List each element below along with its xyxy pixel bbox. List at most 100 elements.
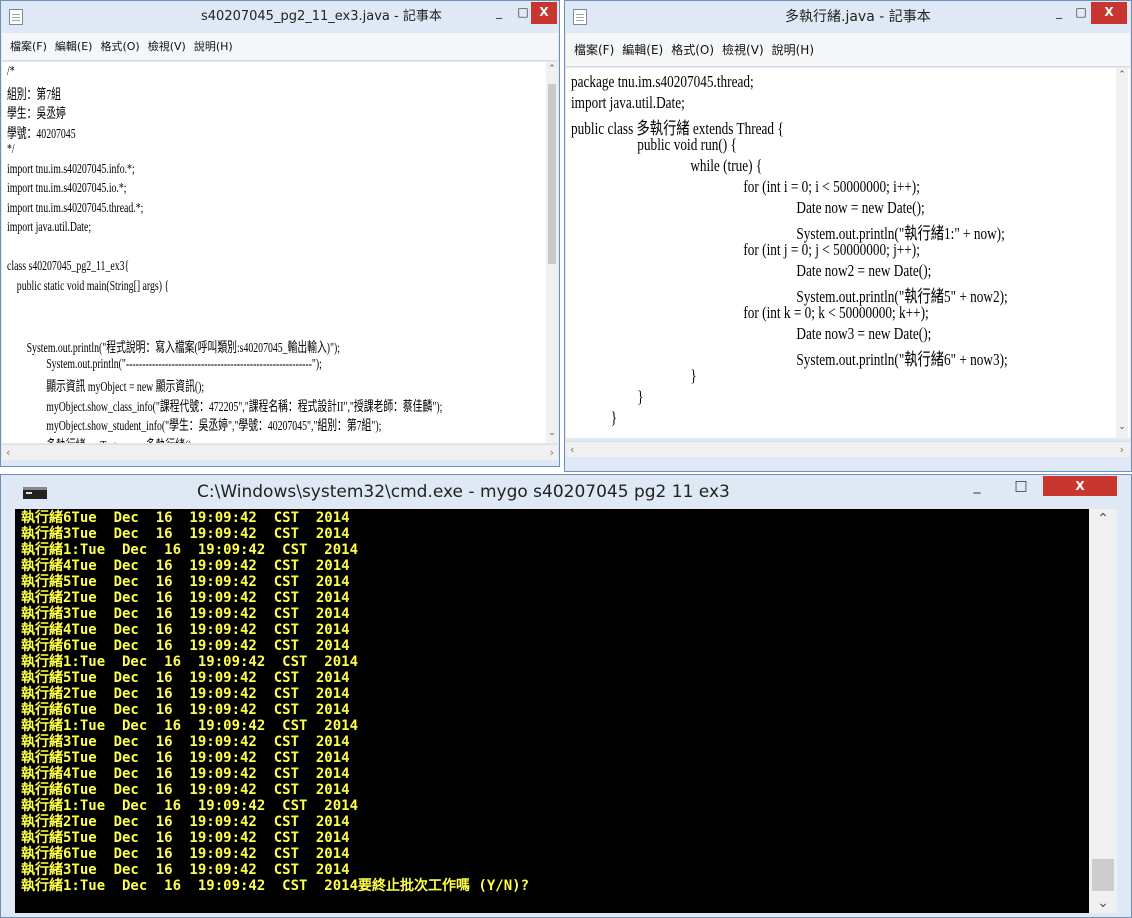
scroll-right-icon[interactable]: ›	[1120, 443, 1124, 456]
console-line: 執行緒6Tue Dec 16 19:09:42 CST 2014	[21, 510, 350, 526]
menu-view[interactable]: 檢視(V)	[148, 33, 186, 61]
console-line: 執行緒3Tue Dec 16 19:09:42 CST 2014	[21, 606, 350, 622]
console-line: 執行緒5Tue Dec 16 19:09:42 CST 2014	[21, 830, 350, 846]
menu-file[interactable]: 檔案(F)	[574, 33, 614, 67]
minimize-button[interactable]: _	[489, 2, 509, 24]
code-line: myObject.show_class_info("課程代號：472205","…	[7, 399, 443, 415]
code-line: 顯示資訊 myObject = new 顯示資訊();	[7, 380, 205, 395]
console-line: 執行緒2Tue Dec 16 19:09:42 CST 2014	[21, 814, 350, 830]
right-menubar: 檔案(F) 編輯(E) 格式(O) 檢視(V) 說明(H)	[566, 33, 1130, 67]
close-button[interactable]: X	[1091, 2, 1127, 24]
left-titlebar[interactable]: s40207045_pg2_11_ex3.java - 記事本 _ □ X	[1, 1, 559, 33]
console-output[interactable]: 執行緒6Tue Dec 16 19:09:42 CST 2014 執行緒3Tue …	[15, 509, 1089, 913]
minimize-button[interactable]: _	[965, 476, 989, 498]
console-line: 執行緒1:Tue Dec 16 19:09:42 CST 2014	[21, 798, 359, 814]
console-line: 執行緒5Tue Dec 16 19:09:42 CST 2014	[21, 574, 350, 590]
console-line: 執行緒3Tue Dec 16 19:09:42 CST 2014	[21, 526, 350, 542]
code-line: package tnu.im.s40207045.thread;	[571, 72, 754, 91]
code-line: public static void main(String[] args) {	[7, 278, 170, 294]
cmd-window: C:\Windows\system32\cmd.exe - mygo s4020…	[0, 474, 1132, 918]
vertical-scrollbar[interactable]: ⌃ ⌄	[1089, 509, 1117, 913]
maximize-button[interactable]: □	[513, 2, 533, 24]
code-line: 學號：40207045	[7, 126, 76, 142]
console-line: 執行緒2Tue Dec 16 19:09:42 CST 2014	[21, 590, 350, 606]
code-line: 多執行緒 myTest = new 多執行緒();	[7, 435, 194, 444]
console-line: 執行緒4Tue Dec 16 19:09:42 CST 2014	[21, 766, 350, 782]
console-line: 執行緒1:Tue Dec 16 19:09:42 CST 2014要終止批次工作…	[21, 878, 530, 894]
code-line: import tnu.im.s40207045.thread.*;	[7, 200, 144, 216]
code-line: 組別：第7組	[7, 87, 61, 103]
notepad-icon	[9, 9, 23, 25]
vertical-scrollbar[interactable]: ⌃ ⌄	[546, 62, 558, 443]
console-line: 執行緒6Tue Dec 16 19:09:42 CST 2014	[21, 782, 350, 798]
scroll-up-icon[interactable]: ⌃	[1116, 70, 1128, 80]
menu-help[interactable]: 說明(H)	[772, 33, 814, 67]
horizontal-scrollbar[interactable]: ‹ ›	[2, 444, 558, 460]
scroll-up-icon[interactable]: ⌃	[546, 64, 558, 74]
scroll-left-icon[interactable]: ‹	[570, 443, 574, 456]
close-button[interactable]: X	[531, 2, 557, 24]
scroll-left-icon[interactable]: ‹	[6, 446, 10, 459]
right-text-editor[interactable]: package tnu.im.s40207045.thread; import j…	[566, 68, 1130, 438]
code-line: while (true) {	[571, 156, 763, 175]
left-window-title: s40207045_pg2_11_ex3.java - 記事本	[201, 9, 442, 24]
code-line: for (int i = 0; i < 50000000; i++);	[571, 177, 920, 196]
menu-file[interactable]: 檔案(F)	[10, 33, 47, 61]
left-menubar: 檔案(F) 編輯(E) 格式(O) 檢視(V) 說明(H)	[2, 33, 558, 61]
code-line: Date now = new Date();	[571, 198, 925, 217]
code-line: public void run() {	[571, 135, 737, 154]
maximize-button[interactable]: □	[1071, 2, 1091, 24]
scroll-down-icon[interactable]: ⌄	[1116, 422, 1128, 432]
code-line: import java.util.Date;	[7, 220, 92, 235]
menu-edit[interactable]: 編輯(E)	[622, 33, 663, 67]
code-line: for (int k = 0; k < 50000000; k++);	[571, 303, 929, 322]
left-text-editor[interactable]: /* 組別：第7組 學生：吳丞婷 學號：40207045 */ import tnu.im…	[2, 62, 558, 443]
code-line: }	[571, 366, 697, 385]
menu-help[interactable]: 說明(H)	[194, 33, 233, 61]
left-notepad-window: s40207045_pg2_11_ex3.java - 記事本 _ □ X 檔案…	[0, 0, 560, 467]
right-titlebar[interactable]: 多執行緒.java - 記事本 _ □ X	[565, 1, 1131, 33]
console-line: 執行緒2Tue Dec 16 19:09:42 CST 2014	[21, 686, 350, 702]
menu-view[interactable]: 檢視(V)	[722, 33, 764, 67]
maximize-button[interactable]: □	[1009, 476, 1033, 498]
scroll-down-icon[interactable]: ⌄	[1089, 895, 1117, 911]
code-line: */	[7, 142, 15, 157]
code-line: myObject.show_student_info("學生：吳丞婷","學號：…	[7, 419, 382, 434]
scroll-thumb[interactable]	[548, 84, 556, 264]
console-line: 執行緒4Tue Dec 16 19:09:42 CST 2014	[21, 558, 350, 574]
menu-format[interactable]: 格式(O)	[671, 33, 714, 67]
cmd-window-title: C:\Windows\system32\cmd.exe - mygo s4020…	[197, 482, 730, 502]
close-button[interactable]: X	[1043, 476, 1117, 496]
menu-format[interactable]: 格式(O)	[100, 33, 139, 61]
code-line: for (int j = 0; j < 50000000; j++);	[571, 240, 920, 259]
notepad-icon	[573, 9, 587, 25]
scroll-down-icon[interactable]: ⌄	[546, 428, 558, 438]
scroll-thumb[interactable]	[1092, 859, 1114, 891]
console-line: 執行緒1:Tue Dec 16 19:09:42 CST 2014	[21, 542, 359, 558]
console-line: 執行緒6Tue Dec 16 19:09:42 CST 2014	[21, 702, 350, 718]
code-line: /*	[7, 64, 15, 79]
code-line: import java.util.Date;	[571, 93, 685, 112]
scroll-right-icon[interactable]: ›	[550, 446, 554, 459]
scroll-up-icon[interactable]: ⌃	[1089, 511, 1117, 527]
code-line: System.out.println("程式說明：寫入檔案(呼叫類別:s4020…	[7, 341, 341, 356]
vertical-scrollbar[interactable]: ⌃ ⌄	[1116, 68, 1128, 438]
cmd-titlebar[interactable]: C:\Windows\system32\cmd.exe - mygo s4020…	[1, 475, 1131, 509]
right-notepad-window: 多執行緒.java - 記事本 _ □ X 檔案(F) 編輯(E) 格式(O) 檢視(…	[564, 0, 1132, 472]
console-line: 執行緒3Tue Dec 16 19:09:42 CST 2014	[21, 734, 350, 750]
horizontal-scrollbar[interactable]: ‹ ›	[566, 441, 1130, 457]
cmd-icon	[23, 487, 47, 499]
code-line: }	[571, 408, 618, 427]
code-line: Date now2 = new Date();	[571, 261, 932, 280]
code-line: import tnu.im.s40207045.info.*;	[7, 161, 135, 177]
code-line: System.out.println("--------------------…	[7, 356, 322, 372]
console-line: 執行緒1:Tue Dec 16 19:09:42 CST 2014	[21, 654, 359, 670]
minimize-button[interactable]: _	[1049, 2, 1069, 24]
code-line: import tnu.im.s40207045.io.*;	[7, 181, 127, 196]
menu-edit[interactable]: 編輯(E)	[55, 33, 93, 61]
code-line: 學生：吳丞婷	[7, 107, 66, 122]
console-line: 執行緒6Tue Dec 16 19:09:42 CST 2014	[21, 846, 350, 862]
code-line: }	[571, 387, 644, 406]
console-line: 執行緒3Tue Dec 16 19:09:42 CST 2014	[21, 862, 350, 878]
console-line: 執行緒5Tue Dec 16 19:09:42 CST 2014	[21, 750, 350, 766]
